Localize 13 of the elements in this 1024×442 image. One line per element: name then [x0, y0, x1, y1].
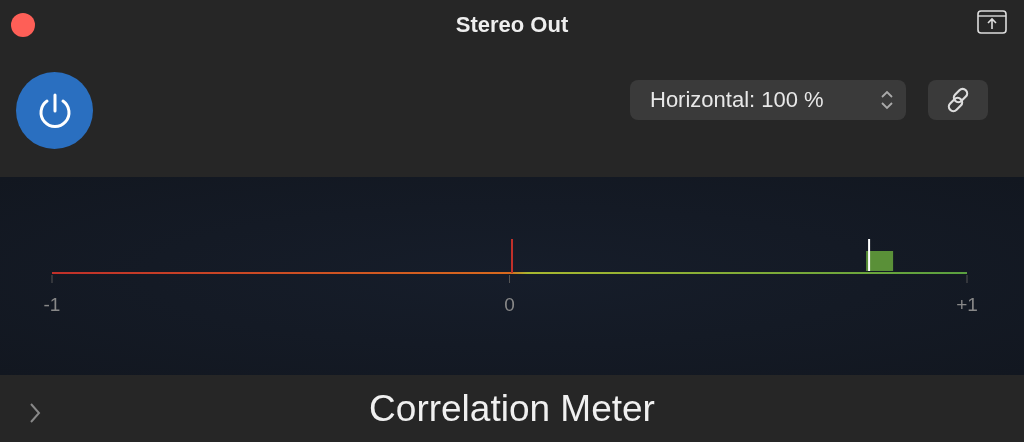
stepper-icon [880, 88, 894, 112]
plugin-name: Correlation Meter [369, 387, 655, 430]
close-button[interactable] [11, 13, 35, 37]
link-button[interactable] [928, 80, 988, 120]
view-dropdown[interactable]: Horizontal: 100 % [630, 80, 906, 120]
range-bar [866, 251, 894, 271]
scale-label: -1 [43, 294, 61, 316]
zero-line [511, 238, 513, 274]
scale-label: 0 [504, 294, 515, 316]
window-title: Stereo Out [455, 12, 569, 38]
scale-label: +1 [956, 294, 978, 316]
upload-icon[interactable] [977, 10, 1007, 34]
chevron-icon[interactable] [29, 402, 41, 424]
